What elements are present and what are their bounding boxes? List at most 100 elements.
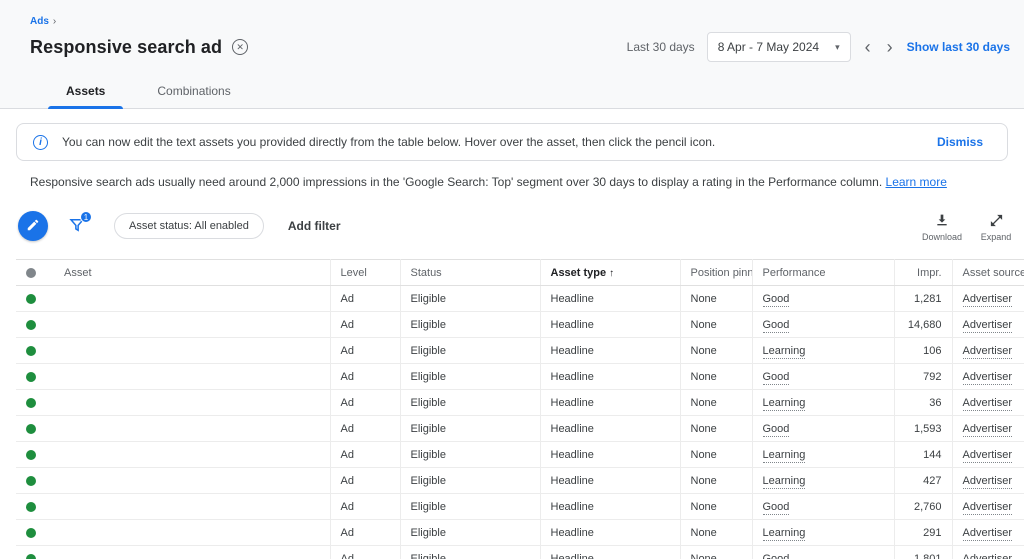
position-pinning-cell: None xyxy=(680,520,752,546)
asset-cell[interactable] xyxy=(54,364,330,390)
tab-combinations[interactable]: Combinations xyxy=(131,74,256,108)
page-title: Responsive search ad xyxy=(30,37,222,58)
learn-more-link[interactable]: Learn more xyxy=(886,175,947,189)
tab-assets[interactable]: Assets xyxy=(40,74,131,108)
performance-value[interactable]: Good xyxy=(763,319,790,333)
edit-button[interactable] xyxy=(18,211,48,241)
row-select-cell[interactable] xyxy=(16,468,54,494)
download-icon xyxy=(934,212,950,230)
performance-value[interactable]: Good xyxy=(763,293,790,307)
asset-cell[interactable] xyxy=(54,416,330,442)
asset-cell[interactable] xyxy=(54,286,330,312)
table-row[interactable]: AdEligibleHeadlineNoneGood1,801Advertise… xyxy=(16,546,1024,559)
asset-type-cell: Headline xyxy=(540,520,680,546)
download-button[interactable]: Download xyxy=(916,210,968,242)
performance-value[interactable]: Good xyxy=(763,371,790,385)
add-filter-button[interactable]: Add filter xyxy=(288,219,341,233)
performance-value[interactable]: Learning xyxy=(763,475,806,489)
level-cell: Ad xyxy=(330,312,400,338)
impressions-cell: 36 xyxy=(894,390,952,416)
impressions-cell: 427 xyxy=(894,468,952,494)
asset-cell[interactable] xyxy=(54,546,330,559)
show-last-30-days-link[interactable]: Show last 30 days xyxy=(907,40,1010,54)
row-select-cell[interactable] xyxy=(16,546,54,559)
performance-value[interactable]: Learning xyxy=(763,527,806,541)
table-row[interactable]: AdEligibleHeadlineNoneLearning427Adverti… xyxy=(16,468,1024,494)
performance-value[interactable]: Learning xyxy=(763,345,806,359)
dismiss-button[interactable]: Dismiss xyxy=(929,131,991,153)
column-header-impressions[interactable]: Impr. xyxy=(894,260,952,286)
performance-value[interactable]: Learning xyxy=(763,449,806,463)
asset-cell[interactable] xyxy=(54,390,330,416)
table-row[interactable]: AdEligibleHeadlineNoneLearning36Advertis… xyxy=(16,390,1024,416)
previous-period-button[interactable]: ‹ xyxy=(863,38,873,56)
asset-cell[interactable] xyxy=(54,442,330,468)
table-row[interactable]: AdEligibleHeadlineNoneGood1,593Advertise… xyxy=(16,416,1024,442)
row-select-cell[interactable] xyxy=(16,286,54,312)
level-cell: Ad xyxy=(330,520,400,546)
performance-value[interactable]: Good xyxy=(763,423,790,437)
table-row[interactable]: AdEligibleHeadlineNoneLearning106Adverti… xyxy=(16,338,1024,364)
asset-source-value[interactable]: Advertiser xyxy=(963,475,1013,489)
column-header-status[interactable]: Status xyxy=(400,260,540,286)
asset-source-value[interactable]: Advertiser xyxy=(963,423,1013,437)
row-select-cell[interactable] xyxy=(16,494,54,520)
asset-status-filter-chip[interactable]: Asset status: All enabled xyxy=(114,213,264,239)
row-select-cell[interactable] xyxy=(16,338,54,364)
date-range-picker[interactable]: 8 Apr - 7 May 2024 ▾ xyxy=(707,32,851,62)
row-select-cell[interactable] xyxy=(16,442,54,468)
column-header-position-pinning[interactable]: Position pinning xyxy=(680,260,752,286)
row-select-cell[interactable] xyxy=(16,390,54,416)
asset-cell[interactable] xyxy=(54,338,330,364)
table-row[interactable]: AdEligibleHeadlineNoneLearning144Adverti… xyxy=(16,442,1024,468)
column-header-asset-source[interactable]: Asset source xyxy=(952,260,1024,286)
asset-source-cell: Advertiser xyxy=(952,520,1024,546)
close-icon[interactable]: ✕ xyxy=(232,39,248,55)
asset-source-value[interactable]: Advertiser xyxy=(963,397,1013,411)
asset-source-value[interactable]: Advertiser xyxy=(963,345,1013,359)
column-header-level[interactable]: Level xyxy=(330,260,400,286)
asset-source-value[interactable]: Advertiser xyxy=(963,553,1013,559)
impressions-notice: Responsive search ads usually need aroun… xyxy=(30,175,1008,189)
performance-value[interactable]: Good xyxy=(763,553,790,559)
level-cell: Ad xyxy=(330,494,400,520)
asset-cell[interactable] xyxy=(54,468,330,494)
filter-button[interactable]: 1 xyxy=(68,216,88,236)
performance-cell: Good xyxy=(752,416,894,442)
table-row[interactable]: AdEligibleHeadlineNoneGood1,281Advertise… xyxy=(16,286,1024,312)
performance-value[interactable]: Good xyxy=(763,501,790,515)
asset-cell[interactable] xyxy=(54,312,330,338)
row-select-cell[interactable] xyxy=(16,312,54,338)
performance-cell: Good xyxy=(752,312,894,338)
asset-source-value[interactable]: Advertiser xyxy=(963,527,1013,541)
enabled-status-icon xyxy=(26,424,36,434)
column-header-performance[interactable]: Performance xyxy=(752,260,894,286)
row-select-cell[interactable] xyxy=(16,416,54,442)
asset-source-value[interactable]: Advertiser xyxy=(963,293,1013,307)
table-toolbar: 1 Asset status: All enabled Add filter D… xyxy=(16,205,1024,247)
column-header-asset[interactable]: Asset xyxy=(54,260,330,286)
asset-cell[interactable] xyxy=(54,520,330,546)
table-row[interactable]: AdEligibleHeadlineNoneGood2,760Advertise… xyxy=(16,494,1024,520)
table-row[interactable]: AdEligibleHeadlineNoneGood14,680Advertis… xyxy=(16,312,1024,338)
performance-value[interactable]: Learning xyxy=(763,397,806,411)
column-header-asset-type[interactable]: Asset type↑ xyxy=(540,260,680,286)
breadcrumb-ads-link[interactable]: Ads xyxy=(30,16,49,27)
asset-source-value[interactable]: Advertiser xyxy=(963,501,1013,515)
asset-cell[interactable] xyxy=(54,494,330,520)
enabled-status-icon xyxy=(26,528,36,538)
position-pinning-cell: None xyxy=(680,468,752,494)
impressions-cell: 1,593 xyxy=(894,416,952,442)
filter-count-badge: 1 xyxy=(80,211,92,223)
select-all-header[interactable] xyxy=(16,260,54,286)
table-row[interactable]: AdEligibleHeadlineNoneGood792Advertiser xyxy=(16,364,1024,390)
next-period-button[interactable]: › xyxy=(885,38,895,56)
table-row[interactable]: AdEligibleHeadlineNoneLearning291Adverti… xyxy=(16,520,1024,546)
asset-source-value[interactable]: Advertiser xyxy=(963,449,1013,463)
asset-source-value[interactable]: Advertiser xyxy=(963,371,1013,385)
expand-button[interactable]: Expand xyxy=(970,211,1022,242)
row-select-cell[interactable] xyxy=(16,364,54,390)
row-select-cell[interactable] xyxy=(16,520,54,546)
banner-text: You can now edit the text assets you pro… xyxy=(62,135,715,149)
asset-source-value[interactable]: Advertiser xyxy=(963,319,1013,333)
